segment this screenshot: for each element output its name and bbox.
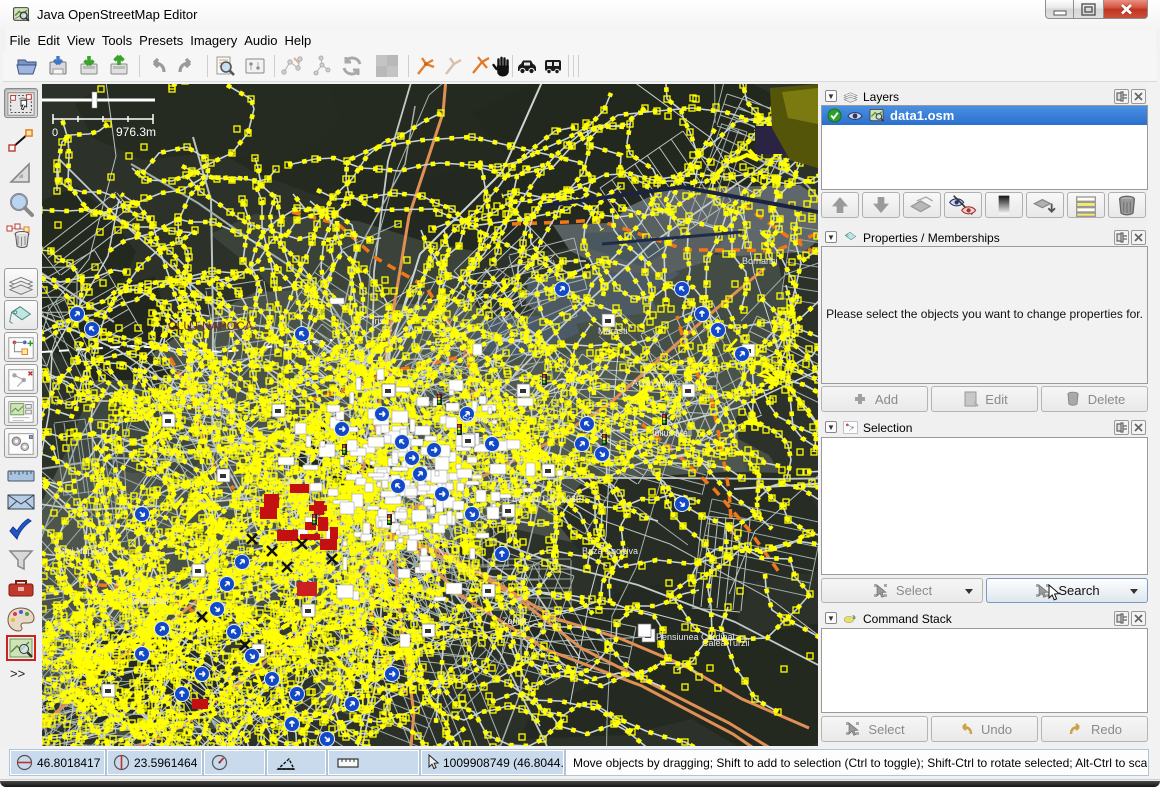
svg-text:Iulius Mall: Iulius Mall bbox=[652, 428, 692, 438]
svg-text:CLUJ-NAPOCA: CLUJ-NAPOCA bbox=[168, 319, 253, 333]
svg-text:Marasti: Marasti bbox=[598, 326, 628, 336]
svg-text:0: 0 bbox=[52, 127, 58, 139]
svg-text:Iris: Iris bbox=[372, 316, 384, 326]
svg-text:Manastur: Manastur bbox=[132, 596, 170, 606]
svg-text:Aurel Vlaicu: Aurel Vlaicu bbox=[632, 378, 680, 388]
svg-text:Borhanci: Borhanci bbox=[742, 256, 778, 266]
svg-text:Cluj Napoca: Cluj Napoca bbox=[58, 546, 107, 556]
svg-text:Zorilor: Zorilor bbox=[502, 616, 528, 626]
svg-text:Centru: Centru bbox=[282, 476, 309, 486]
svg-text:Baza Sportiva: Baza Sportiva bbox=[582, 546, 638, 556]
svg-text:976.3m: 976.3m bbox=[116, 125, 156, 139]
svg-text:Gruia: Gruia bbox=[212, 406, 234, 416]
svg-text:Bld. 21 Dec 1989: Bld. 21 Dec 1989 bbox=[512, 494, 581, 504]
svg-text:Somesu: Somesu bbox=[462, 414, 495, 424]
svg-text:Pensiunea Cardinal: Pensiunea Cardinal bbox=[656, 632, 735, 642]
